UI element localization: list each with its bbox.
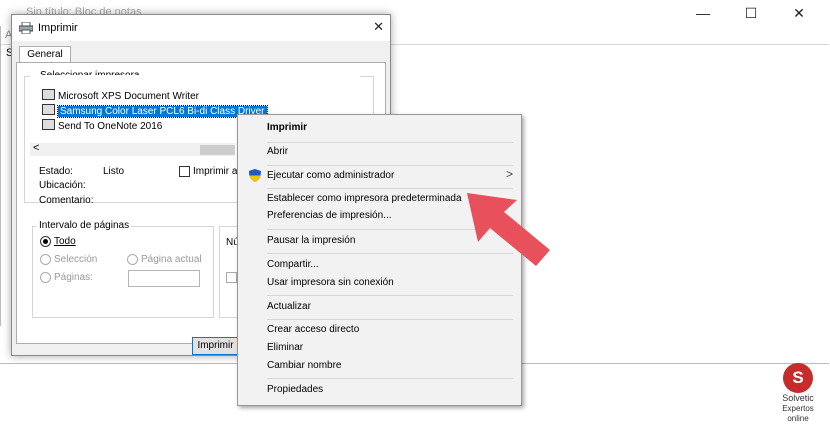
pages-input[interactable] — [128, 270, 200, 287]
tab-general[interactable]: General — [19, 46, 71, 63]
range-pages-label: Páginas: — [54, 272, 93, 283]
range-all-radio[interactable] — [40, 236, 51, 247]
printer-icon — [42, 89, 55, 100]
page-range-label: Intervalo de páginas — [37, 220, 132, 231]
menu-item-preferences[interactable]: Preferencias de impresión... — [267, 209, 392, 223]
maximize-button[interactable]: ☐ — [728, 3, 774, 23]
menu-item-print[interactable]: Imprimir — [267, 121, 307, 135]
watermark: S Solvetic Expertos online — [772, 363, 824, 423]
watermark-name: Solvetic — [782, 393, 814, 403]
range-current-label: Página actual — [141, 254, 202, 265]
printer-icon — [42, 119, 55, 130]
scroll-left-icon[interactable]: < — [33, 142, 39, 154]
menu-item-create-shortcut[interactable]: Crear acceso directo — [267, 323, 359, 337]
menu-item-set-default[interactable]: Establecer como impresora predeterminada — [267, 192, 462, 206]
printer-list-scrollbar[interactable]: < — [30, 142, 235, 156]
print-button[interactable]: Imprimir — [192, 337, 238, 355]
submenu-arrow-icon: > — [505, 167, 513, 181]
status-label: Estado: — [39, 166, 73, 177]
range-pages-radio[interactable] — [40, 272, 51, 283]
scrollbar-thumb[interactable] — [200, 145, 235, 155]
printer-item-xps[interactable]: Microsoft XPS Document Writer — [42, 89, 199, 102]
menu-separator — [267, 319, 513, 320]
menu-item-properties[interactable]: Propiedades — [267, 383, 323, 397]
close-button[interactable]: ✕ — [776, 3, 822, 23]
menu-item-refresh[interactable]: Actualizar — [267, 300, 311, 314]
menu-item-open[interactable]: Abrir — [267, 145, 288, 159]
menu-separator — [267, 165, 513, 166]
collate-checkbox[interactable] — [226, 272, 237, 283]
annotation-arrow-icon — [467, 193, 550, 266]
printer-item-onenote[interactable]: Send To OneNote 2016 — [42, 119, 162, 132]
printer-icon — [19, 22, 33, 34]
location-label: Ubicación: — [39, 180, 86, 191]
menu-item-share[interactable]: Compartir... — [267, 258, 319, 272]
menu-separator — [267, 295, 513, 296]
menu-separator — [267, 142, 513, 143]
range-all-label: Todo — [54, 236, 76, 247]
watermark-logo-icon: S — [783, 363, 813, 393]
dialog-close-button[interactable]: ✕ — [373, 19, 384, 35]
menu-item-delete[interactable]: Eliminar — [267, 341, 303, 355]
comment-label: Comentario: — [39, 195, 94, 206]
dialog-titlebar: Imprimir ✕ — [12, 15, 390, 41]
dialog-title: Imprimir — [38, 22, 78, 34]
menu-separator — [267, 378, 513, 379]
watermark-tagline: Expertos online — [782, 404, 814, 423]
range-selection-label: Selección — [54, 254, 98, 265]
menu-item-use-offline[interactable]: Usar impresora sin conexión — [267, 276, 394, 290]
menu-item-pause[interactable]: Pausar la impresión — [267, 234, 355, 248]
status-value: Listo — [103, 166, 125, 177]
print-to-file-checkbox[interactable] — [179, 166, 190, 177]
printer-item-samsung[interactable]: Samsung Color Laser PCL6 Bi-di Class Dri… — [42, 104, 268, 118]
printer-icon — [42, 104, 55, 115]
window-border — [0, 26, 1, 326]
menu-item-run-as-admin[interactable]: Ejecutar como administrador — [267, 169, 394, 183]
uac-shield-icon — [249, 169, 261, 182]
range-selection-radio[interactable] — [40, 254, 51, 265]
minimize-button[interactable]: — — [680, 3, 726, 23]
menu-item-rename[interactable]: Cambiar nombre — [267, 359, 341, 373]
range-current-radio[interactable] — [127, 254, 138, 265]
